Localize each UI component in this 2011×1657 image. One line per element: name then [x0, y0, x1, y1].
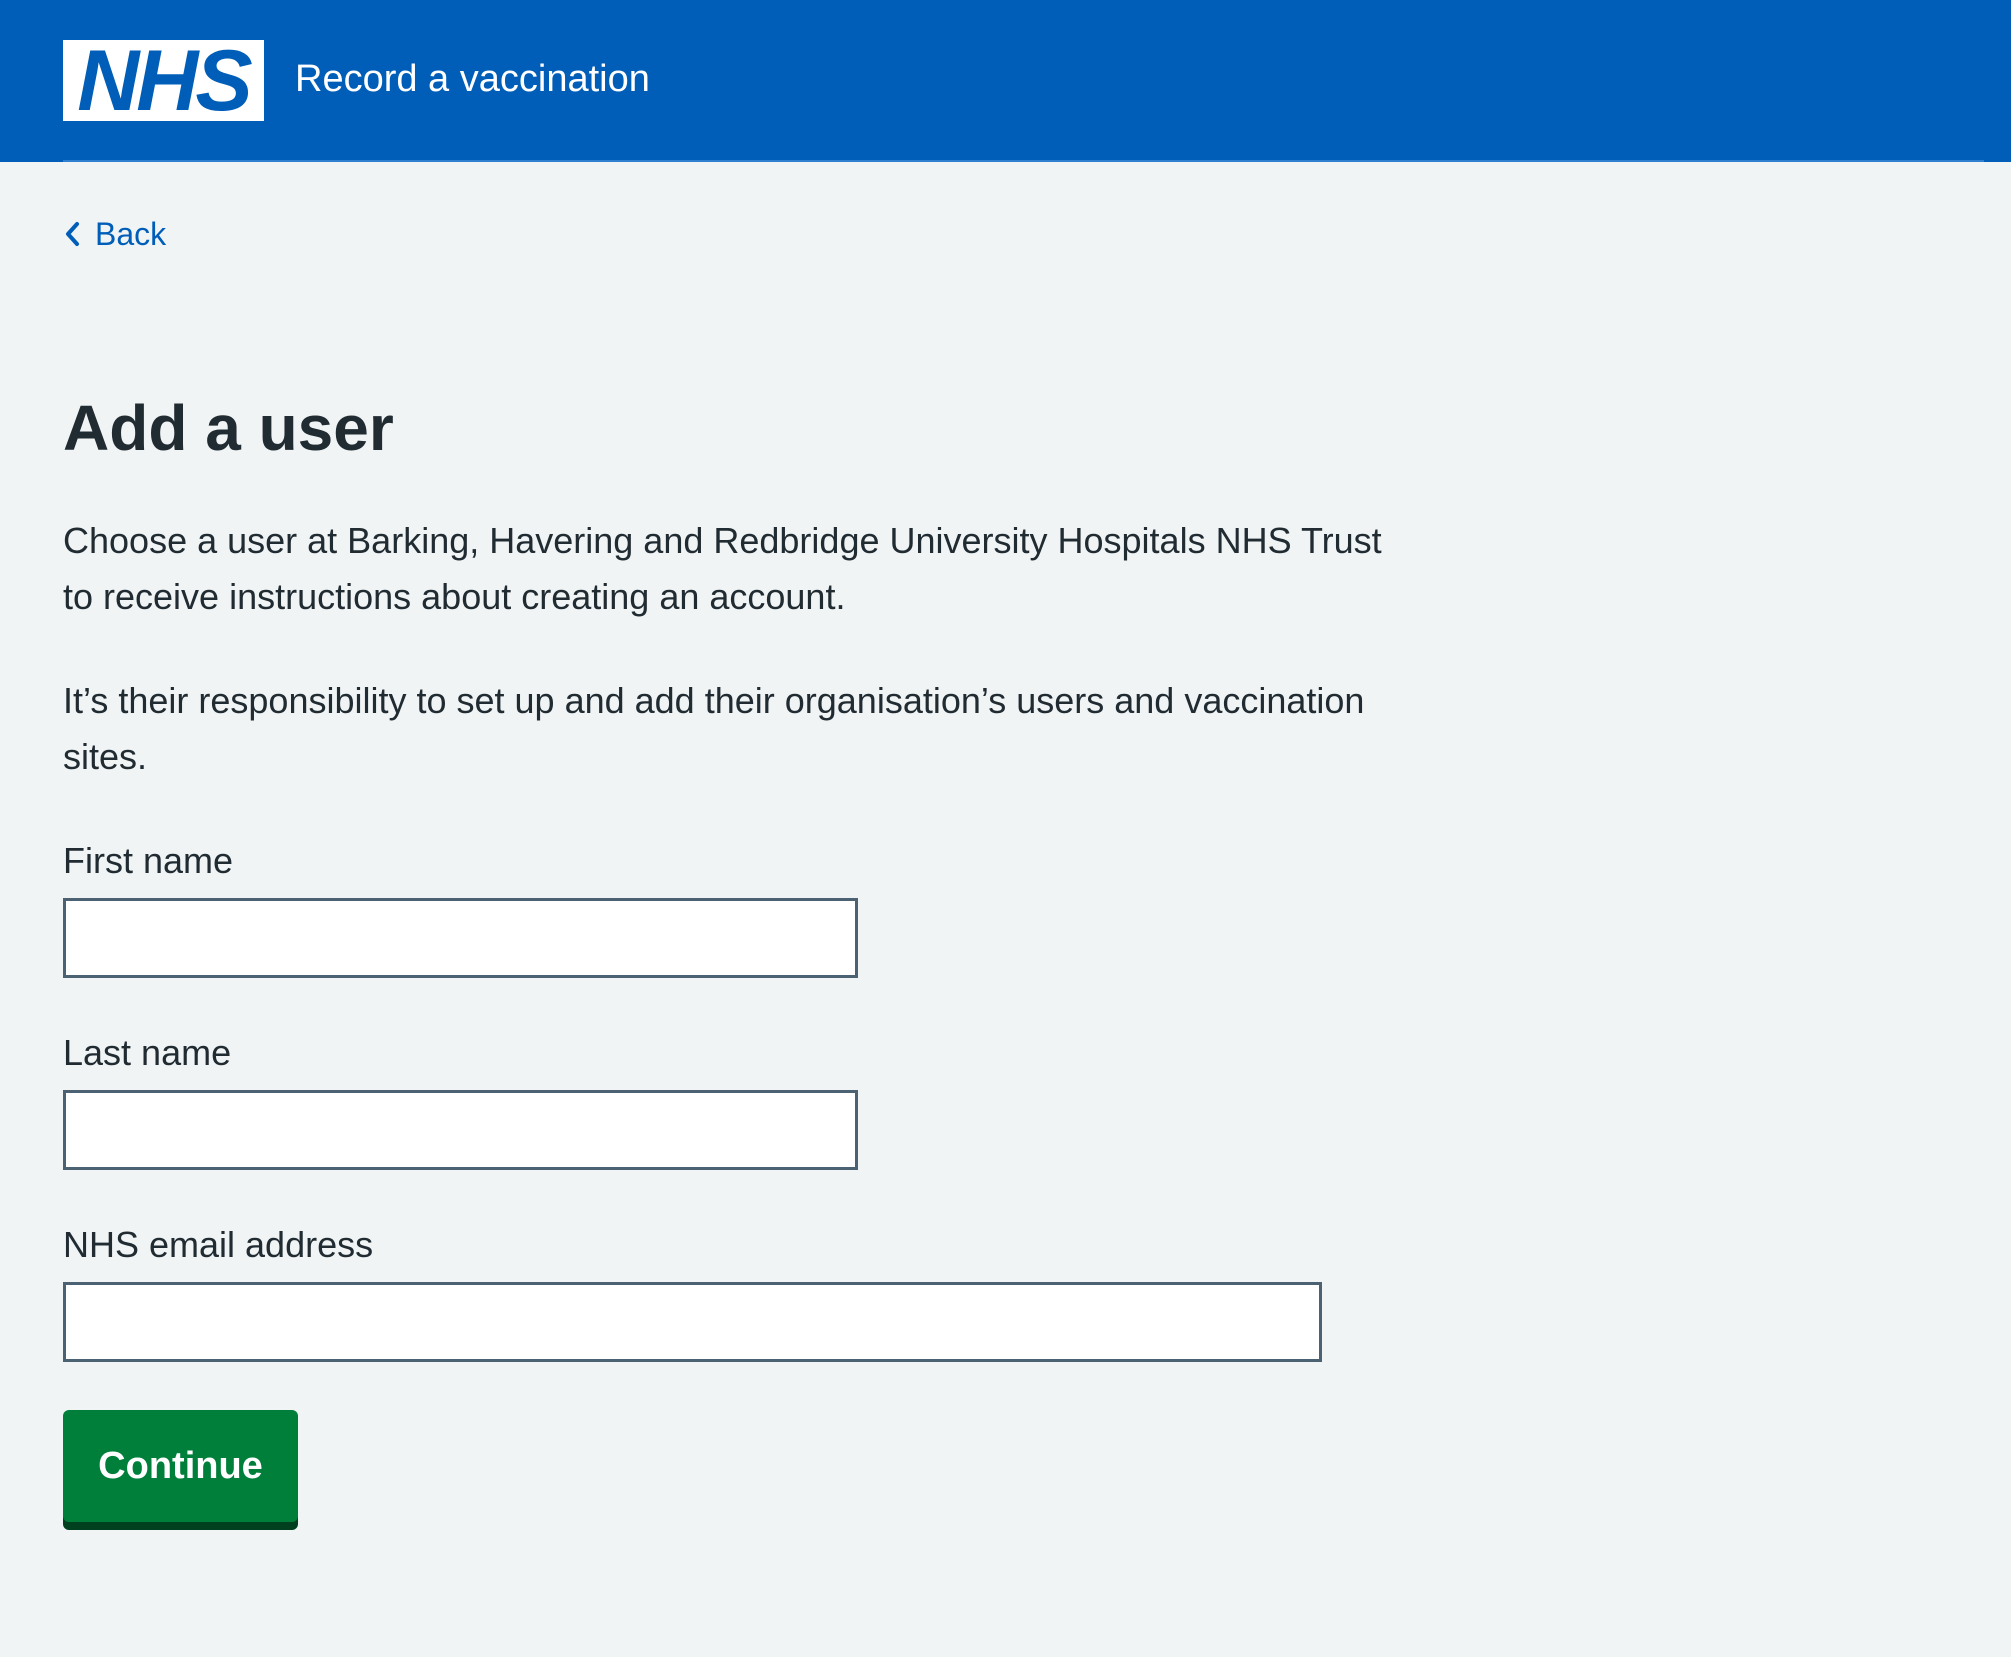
first-name-label: First name	[63, 840, 234, 881]
last-name-input[interactable]	[63, 1090, 858, 1170]
nhs-logo-text: NHS	[77, 32, 253, 129]
page-title: Add a user	[63, 392, 394, 464]
chevron-left-icon	[66, 222, 79, 246]
email-label: NHS email address	[63, 1224, 374, 1265]
first-name-input[interactable]	[63, 898, 858, 978]
responsibility-paragraph: It’s their responsibility to set up and …	[63, 680, 1365, 777]
intro-paragraph: Choose a user at Barking, Havering and R…	[63, 520, 1382, 617]
continue-button[interactable]: Continue	[63, 1410, 298, 1522]
last-name-label: Last name	[63, 1032, 232, 1073]
service-name[interactable]: Record a vaccination	[295, 55, 650, 103]
back-link[interactable]: Back	[63, 214, 166, 254]
email-input[interactable]	[63, 1282, 1322, 1362]
header-divider	[63, 160, 1984, 162]
back-link-label: Back	[95, 216, 167, 252]
nhs-logo[interactable]: NHS	[63, 32, 264, 129]
